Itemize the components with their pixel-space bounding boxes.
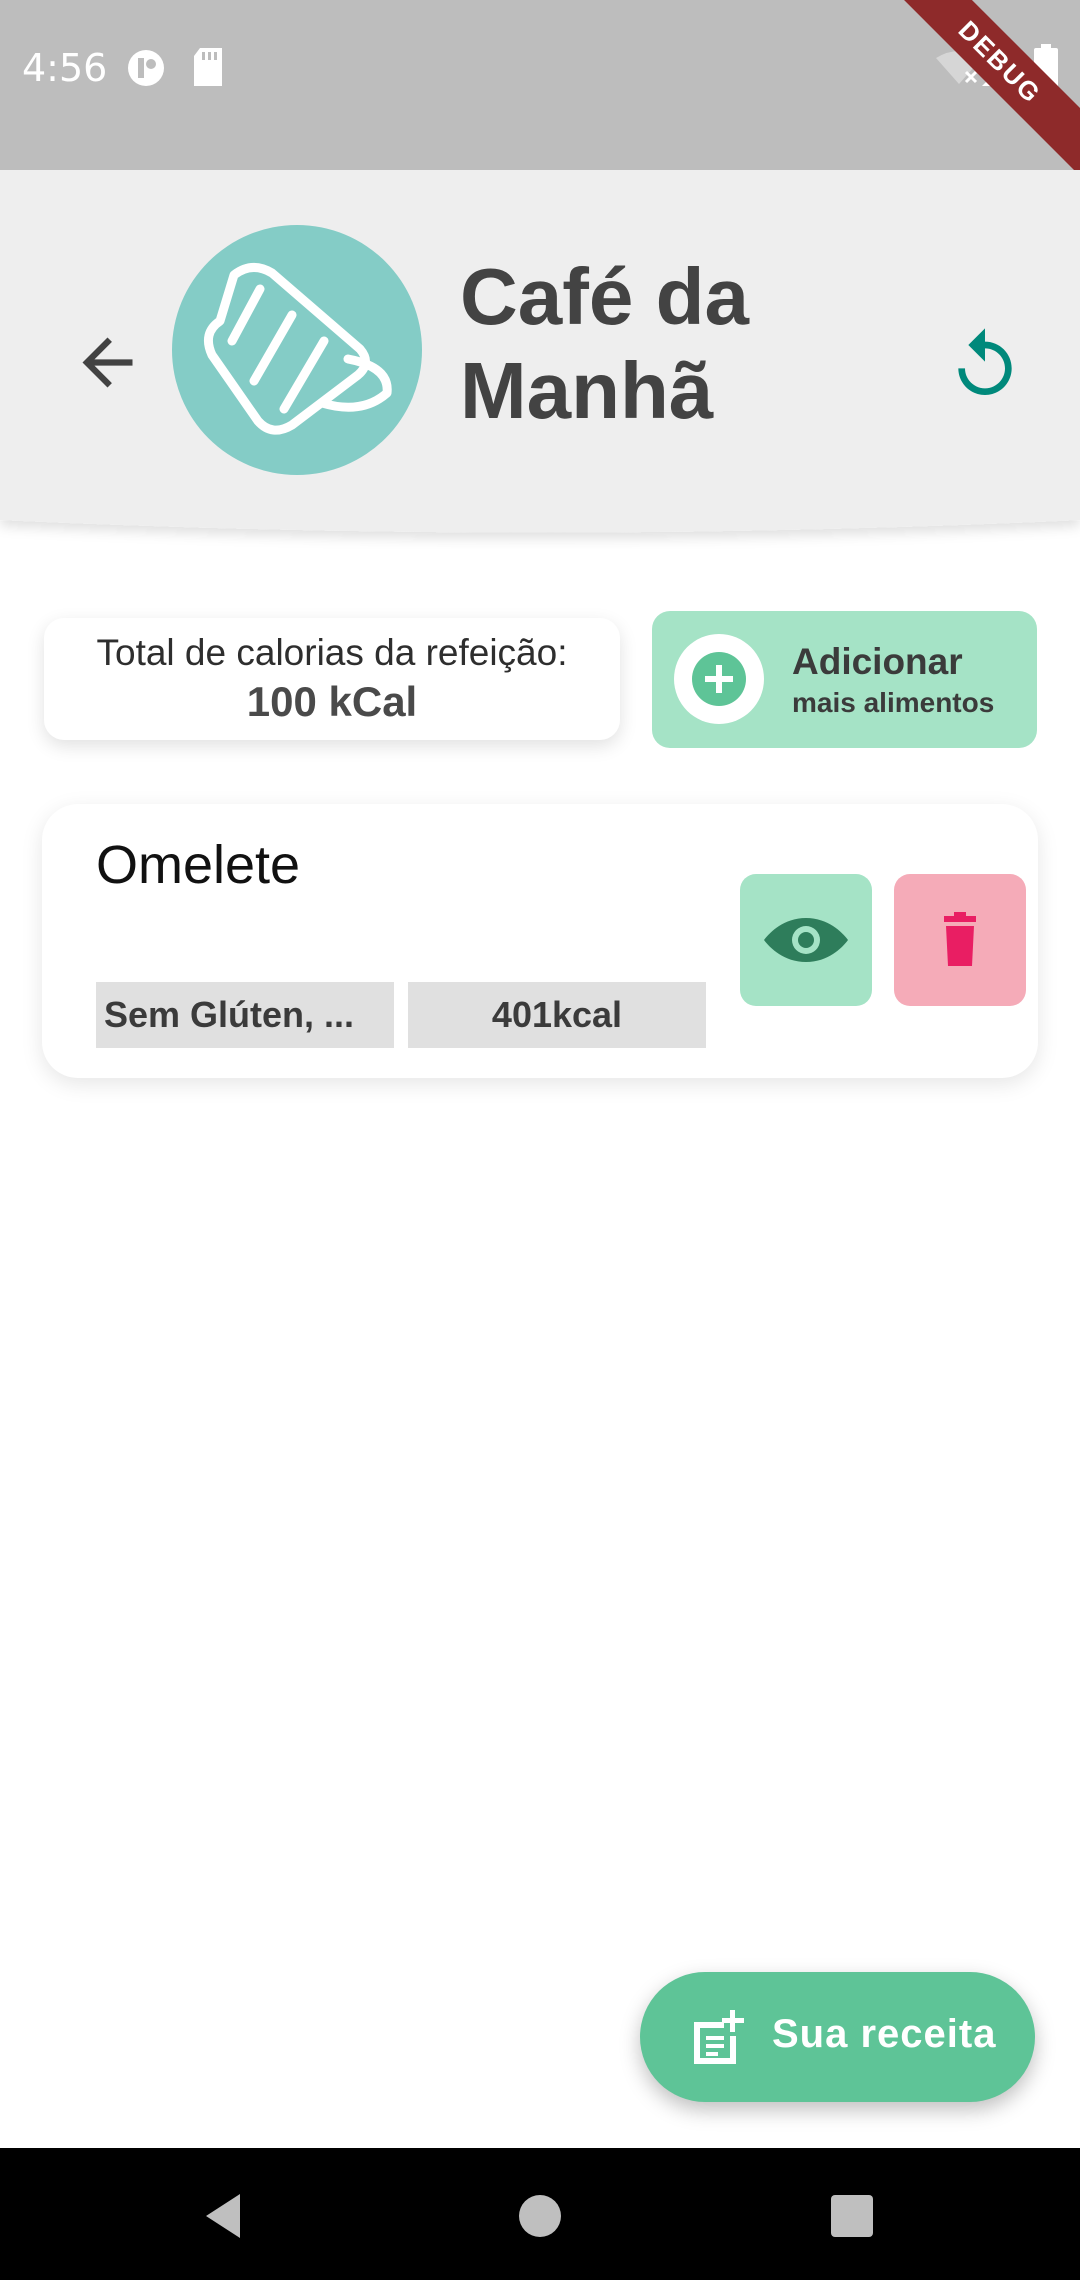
sd-card-icon (194, 48, 222, 86)
back-nav-icon[interactable] (198, 2188, 254, 2244)
food-card: Omelete Sem Glúten, ... 401kcal (42, 804, 1038, 1078)
calories-label: Total de calorias da refeição: (96, 632, 568, 673)
add-note-icon (694, 2010, 744, 2064)
view-button[interactable] (740, 874, 872, 1006)
debug-banner: DEBUG (876, 0, 1080, 186)
recents-nav-icon[interactable] (824, 2188, 880, 2244)
add-button-subtitle: mais alimentos (792, 687, 995, 718)
header-curve (0, 500, 1080, 533)
food-name: Omelete (96, 835, 301, 895)
your-recipe-button[interactable]: Sua receita (640, 1972, 1035, 2102)
notification-icon (128, 50, 164, 86)
arrow-back-icon[interactable] (70, 325, 145, 400)
food-kcal: 401kcal (408, 982, 706, 1048)
meal-avatar (172, 225, 422, 475)
croissant-icon (203, 263, 392, 435)
trash-icon (944, 912, 976, 966)
title-line-1: Café da (460, 252, 749, 341)
calories-value: 100 kCal (246, 678, 418, 725)
food-tag: Sem Glúten, ... (96, 982, 394, 1048)
page-title: Café da Manhã (460, 250, 880, 438)
navigation-bar (0, 2148, 1080, 2280)
title-line-2: Manhã (460, 346, 714, 435)
screen: 4:56 DEBUG Café da Manhã Total de calori… (0, 0, 1080, 2280)
plus-circle-icon (692, 652, 746, 706)
add-button-title: Adicionar (792, 641, 963, 682)
add-circle (674, 634, 764, 724)
calories-card: Total de calorias da refeição: 100 kCal (44, 618, 620, 740)
status-time: 4:56 (22, 46, 108, 90)
fab-label: Sua receita (772, 2012, 997, 2056)
status-bar: 4:56 DEBUG (0, 0, 1080, 186)
add-food-button[interactable]: Adicionar mais alimentos (652, 611, 1037, 748)
home-nav-icon[interactable] (512, 2188, 568, 2244)
delete-button[interactable] (894, 874, 1026, 1006)
refresh-icon[interactable] (945, 325, 1025, 415)
eye-icon (764, 918, 848, 962)
